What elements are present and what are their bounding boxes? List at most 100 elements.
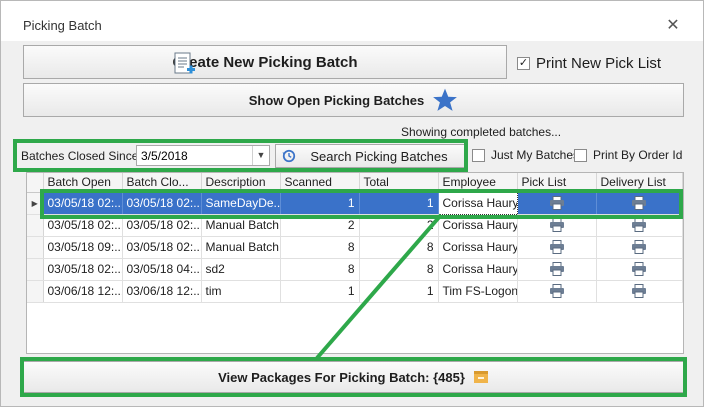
table-row[interactable]: 03/06/18 12:... 03/06/18 12:... tim 1 1 Tim F… <box>27 280 683 303</box>
closed-since-date-field[interactable]: ▼ <box>136 145 270 166</box>
printer-icon[interactable] <box>549 284 565 299</box>
cell-scanned[interactable]: 2 <box>280 214 360 237</box>
create-picking-batch-button[interactable]: Create New Picking Batch <box>23 45 507 79</box>
row-indicator-icon <box>27 280 44 303</box>
column-header-batch-closed[interactable]: Batch Clo... <box>122 173 202 193</box>
cell-total[interactable]: 1 <box>359 280 439 303</box>
cell-batch-open[interactable]: 03/05/18 02:... <box>43 258 123 281</box>
cell-scanned[interactable]: 8 <box>280 236 360 259</box>
show-open-batches-label: Show Open Picking Batches <box>248 92 425 108</box>
cell-total[interactable]: 8 <box>359 236 439 259</box>
star-icon <box>433 88 458 111</box>
cell-pick-list[interactable] <box>517 258 597 281</box>
just-my-batches-label: Just My Batches <box>491 148 580 162</box>
printer-icon[interactable] <box>549 240 565 255</box>
picking-batches-grid[interactable]: Batch Open Batch Clo... Description Scan… <box>26 172 684 354</box>
cell-total[interactable]: 1 <box>359 192 439 215</box>
cell-delivery-list[interactable] <box>596 258 683 281</box>
cell-batch-closed[interactable]: 03/05/18 02:... <box>122 214 202 237</box>
cell-total[interactable]: 2 <box>359 214 439 237</box>
grid-header-row: Batch Open Batch Clo... Description Scan… <box>27 173 683 193</box>
column-header-total[interactable]: Total <box>359 173 439 193</box>
column-header-pick-list[interactable]: Pick List <box>517 173 597 193</box>
printer-icon[interactable] <box>631 240 647 255</box>
cell-delivery-list[interactable] <box>596 214 683 237</box>
view-packages-label: View Packages For Picking Batch: {485} <box>218 369 465 385</box>
printer-icon[interactable] <box>549 262 565 277</box>
status-text: Showing completed batches... <box>401 125 562 139</box>
cell-description[interactable]: tim <box>201 280 281 303</box>
printer-icon[interactable] <box>631 262 647 277</box>
package-icon <box>473 371 488 383</box>
cell-delivery-list[interactable] <box>596 192 683 215</box>
cell-pick-list[interactable] <box>517 214 597 237</box>
cell-batch-open[interactable]: 03/06/18 12:... <box>43 280 123 303</box>
printer-icon[interactable] <box>631 196 647 211</box>
print-by-order-id-checkbox[interactable]: Print By Order Id <box>574 148 682 162</box>
printer-icon[interactable] <box>631 284 647 299</box>
cell-batch-open[interactable]: 03/05/18 02:... <box>43 214 123 237</box>
view-packages-button[interactable]: View Packages For Picking Batch: {485} <box>23 361 684 393</box>
just-my-batches-checkbox[interactable]: Just My Batches <box>472 148 579 162</box>
table-row[interactable]: 03/05/18 02:... 03/05/18 04:... sd2 8 8 Coris… <box>27 258 683 281</box>
cell-delivery-list[interactable] <box>596 280 683 303</box>
cell-scanned[interactable]: 8 <box>280 258 360 281</box>
cell-description[interactable]: Manual Batch <box>201 214 281 237</box>
window-title: Picking Batch <box>23 18 102 33</box>
column-header-description[interactable]: Description <box>201 173 281 193</box>
row-indicator-icon <box>27 214 44 237</box>
cell-scanned[interactable]: 1 <box>280 280 360 303</box>
column-header-scanned[interactable]: Scanned <box>280 173 360 193</box>
table-row[interactable]: 03/05/18 02:... 03/05/18 02:... Manual Bat… <box>27 214 683 237</box>
cell-pick-list[interactable] <box>517 192 597 215</box>
checkbox-icon: ✓ <box>517 57 530 70</box>
cell-batch-closed[interactable]: 03/06/18 12:... <box>122 280 202 303</box>
cell-batch-closed[interactable]: 03/05/18 02:... <box>122 236 202 259</box>
table-row[interactable]: 03/05/18 09:... 03/05/18 02:... Manual Bat… <box>27 236 683 259</box>
closed-since-label: Batches Closed Since: <box>21 149 142 163</box>
cell-description[interactable]: SameDayDe... <box>201 192 281 215</box>
title-bar: Picking Batch ✕ <box>1 1 703 41</box>
checkbox-icon <box>574 148 587 162</box>
cell-pick-list[interactable] <box>517 236 597 259</box>
cell-description[interactable]: Manual Batch <box>201 236 281 259</box>
close-icon[interactable]: ✕ <box>659 15 687 37</box>
column-header-batch-open[interactable]: Batch Open <box>43 173 123 193</box>
cell-batch-open[interactable]: 03/05/18 09:... <box>43 236 123 259</box>
row-indicator-icon <box>27 236 44 259</box>
cell-batch-closed[interactable]: 03/05/18 04:... <box>122 258 202 281</box>
printer-icon[interactable] <box>549 196 565 211</box>
document-add-icon <box>174 52 195 74</box>
create-picking-batch-label: Create New Picking Batch <box>172 53 358 71</box>
cell-employee[interactable]: Corissa Haury <box>437 191 518 215</box>
closed-since-input[interactable] <box>137 146 252 165</box>
checkbox-icon <box>472 148 485 162</box>
cell-scanned[interactable]: 1 <box>280 192 360 215</box>
printer-icon[interactable] <box>631 218 647 233</box>
cell-employee[interactable]: Tim FS-Logon <box>438 280 518 303</box>
row-indicator-icon: ▶ <box>27 192 44 215</box>
row-indicator-icon <box>27 258 44 281</box>
cell-total[interactable]: 8 <box>359 258 439 281</box>
history-icon <box>282 149 296 163</box>
cell-employee[interactable]: Corissa Haury <box>438 236 518 259</box>
table-row[interactable]: ▶ 03/05/18 02:... 03/05/18 02:... SameDayDe… <box>27 191 683 215</box>
dropdown-arrow-icon[interactable]: ▼ <box>252 146 269 165</box>
column-header-employee[interactable]: Employee <box>438 173 518 193</box>
cell-batch-open[interactable]: 03/05/18 02:... <box>43 192 123 215</box>
print-new-pick-list-checkbox[interactable]: ✓ Print New Pick List <box>517 55 661 72</box>
cell-employee[interactable]: Corissa Haury <box>438 258 518 281</box>
cell-pick-list[interactable] <box>517 280 597 303</box>
printer-icon[interactable] <box>549 218 565 233</box>
cell-description[interactable]: sd2 <box>201 258 281 281</box>
cell-employee[interactable]: Corissa Haury <box>438 214 518 237</box>
print-by-order-id-label: Print By Order Id <box>593 148 683 162</box>
show-open-batches-button[interactable]: Show Open Picking Batches <box>23 83 684 117</box>
cell-delivery-list[interactable] <box>596 236 683 259</box>
column-header-delivery-list[interactable]: Delivery List <box>596 173 683 193</box>
cell-batch-closed[interactable]: 03/05/18 02:... <box>122 192 202 215</box>
search-picking-batches-button[interactable]: Search Picking Batches <box>275 144 465 168</box>
picking-batches-table: Batch Open Batch Clo... Description Scan… <box>27 173 683 303</box>
picking-batch-window: Picking Batch ✕ Create New Picking Batch… <box>0 0 704 407</box>
row-indicator-header <box>27 173 44 193</box>
